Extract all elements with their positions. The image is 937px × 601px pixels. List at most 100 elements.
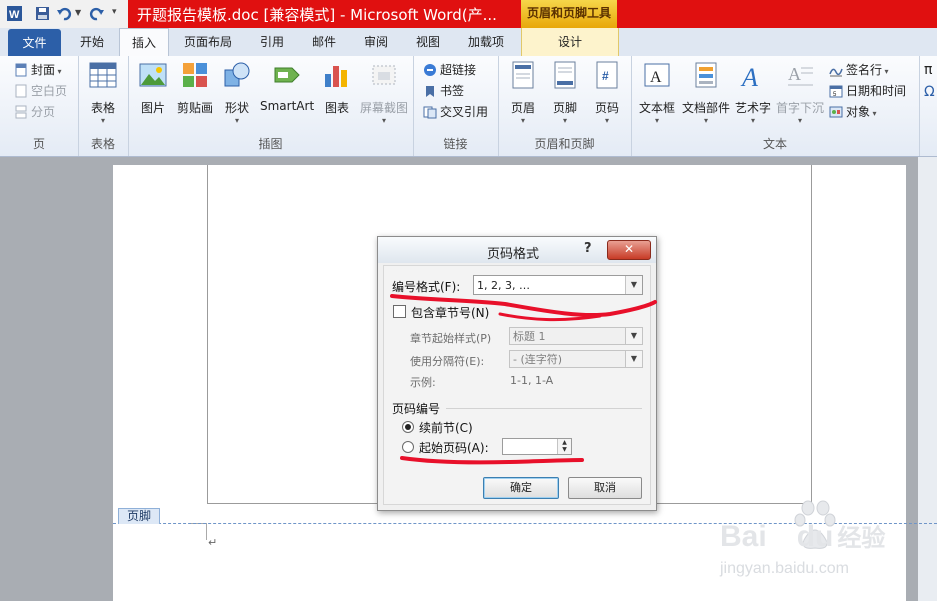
textbox-icon: A xyxy=(644,63,670,87)
symbol-icon[interactable]: Ω xyxy=(924,82,935,102)
chevron-down-icon: ▾ xyxy=(234,116,239,125)
bookmark-button[interactable]: 书签 xyxy=(423,81,464,101)
hyperlink-icon xyxy=(424,64,436,76)
ribbon-tab-row: 文件 开始 插入 页面布局 引用 邮件 审阅 视图 加载项 设计 xyxy=(0,28,937,58)
shapes-button[interactable]: 形状 ▾ xyxy=(220,60,254,126)
calendar-icon: 5 xyxy=(829,85,843,98)
cancel-button[interactable]: 取消 xyxy=(568,477,642,499)
chevron-down-icon[interactable]: ▼ xyxy=(625,351,642,367)
chapter-style-label: 章节起始样式(P) xyxy=(410,332,492,345)
number-format-select[interactable]: 1, 2, 3, … ▼ xyxy=(473,275,643,295)
watermark: Bai du 经验 jingyan.baidu.com xyxy=(720,500,900,595)
dialog-title-bar[interactable]: 页码格式 ? ✕ xyxy=(378,237,656,263)
chart-icon xyxy=(325,66,347,87)
chevron-down-icon: ▾ xyxy=(654,116,659,125)
picture-button[interactable]: 图片 xyxy=(136,60,170,116)
shapes-icon xyxy=(224,62,250,87)
chevron-down-icon: ▾ xyxy=(750,116,755,125)
margin-corner-mark xyxy=(190,523,207,540)
watermark-brand-2: du xyxy=(796,520,834,553)
undo-dropdown-icon[interactable]: ▼ xyxy=(75,8,81,17)
start-at-label[interactable]: 起始页码(A): xyxy=(419,439,489,456)
chapter-style-select[interactable]: 标题 1 ▼ xyxy=(509,327,643,345)
dialog-body: 编号格式(F): 1, 2, 3, … ▼ 包含章节号(N) 章节起始样式(P)… xyxy=(383,265,651,505)
smartart-button[interactable]: SmartArt xyxy=(260,60,314,113)
equation-icon[interactable]: π xyxy=(924,60,932,80)
section-divider xyxy=(446,408,642,409)
crossref-button[interactable]: 交叉引用 xyxy=(423,102,488,122)
vertical-scrollbar[interactable] xyxy=(918,157,937,601)
window-title: 开题报告模板.doc [兼容模式] - Microsoft Word(产... xyxy=(137,6,497,24)
ok-button[interactable]: 确定 xyxy=(483,477,559,499)
chevron-down-icon[interactable]: ▼ xyxy=(625,328,642,344)
tab-review[interactable]: 审阅 xyxy=(354,28,398,56)
wordart-button[interactable]: A 艺术字 ▾ xyxy=(733,60,773,126)
crossref-icon xyxy=(423,106,437,119)
page-number-button[interactable]: # 页码 ▾ xyxy=(590,60,624,126)
include-chapter-label[interactable]: 包含章节号(N) xyxy=(411,304,489,321)
header-footer-tools-tab: 页眉和页脚工具 xyxy=(521,0,617,28)
chart-button[interactable]: 图表 xyxy=(320,60,354,116)
tab-mailings[interactable]: 邮件 xyxy=(302,28,346,56)
text-group: A 文本框 ▾ 文档部件 ▾ A 艺术字 ▾ A 首字下沉 ▾ 签名行 ▾ 5日… xyxy=(631,56,920,156)
tab-view[interactable]: 视图 xyxy=(406,28,450,56)
dropcap-button[interactable]: A 首字下沉 ▾ xyxy=(775,60,825,126)
bookmark-icon xyxy=(426,86,434,97)
links-group-label: 链接 xyxy=(443,137,468,151)
undo-icon[interactable] xyxy=(56,5,73,22)
signature-line-button[interactable]: 签名行 ▾ xyxy=(829,60,889,80)
hyperlink-button[interactable]: 超链接 xyxy=(423,60,476,80)
number-format-value: 1, 2, 3, … xyxy=(477,279,530,292)
svg-text:A: A xyxy=(650,69,662,86)
separator-select[interactable]: - (连字符) ▼ xyxy=(509,350,643,368)
page-group: 封面 ▾ 空白页 分页 页 xyxy=(0,56,79,156)
tab-references[interactable]: 引用 xyxy=(250,28,294,56)
continue-radio[interactable] xyxy=(402,421,414,433)
screenshot-button[interactable]: 屏幕截图 ▾ xyxy=(358,60,410,126)
cover-icon xyxy=(15,63,27,77)
tab-insert[interactable]: 插入 xyxy=(119,28,169,58)
redo-icon[interactable] xyxy=(88,5,105,22)
illustrations-group: 图片 剪贴画 形状 ▾ SmartArt 图表 屏幕截图 ▾ 插图 xyxy=(128,56,414,156)
svg-text:A: A xyxy=(740,63,758,90)
tab-addins[interactable]: 加载项 xyxy=(458,28,514,56)
cover-button[interactable]: 封面 ▾ xyxy=(14,60,62,80)
close-icon[interactable]: ✕ xyxy=(607,240,651,260)
save-icon[interactable] xyxy=(34,5,51,22)
separator-value: - (连字符) xyxy=(513,353,563,366)
textbox-button[interactable]: A 文本框 ▾ xyxy=(637,60,677,126)
wordart-icon: A xyxy=(740,63,758,92)
datetime-button[interactable]: 5 日期和时间 xyxy=(829,81,906,101)
table-button[interactable]: 表格 ▾ xyxy=(86,60,120,126)
numbering-section-label: 页码编号 xyxy=(392,402,441,416)
table-icon xyxy=(89,62,117,88)
chevron-down-icon[interactable]: ▼ xyxy=(625,276,642,294)
header-footer-group-label: 页眉和页脚 xyxy=(534,137,595,151)
include-chapter-checkbox[interactable] xyxy=(393,305,406,318)
page-break-button[interactable]: 分页 xyxy=(14,102,55,122)
blank-page-button[interactable]: 空白页 xyxy=(14,81,67,101)
help-icon[interactable]: ? xyxy=(584,241,592,256)
table-group: 表格 ▾ 表格 xyxy=(78,56,129,156)
tab-file[interactable]: 文件 xyxy=(8,29,61,56)
tab-home[interactable]: 开始 xyxy=(70,28,114,56)
paragraph-mark: ↵ xyxy=(208,536,218,549)
tab-design[interactable]: 设计 xyxy=(521,28,619,56)
object-icon xyxy=(829,106,843,118)
footer-tag: 页脚 xyxy=(118,508,160,524)
continue-label[interactable]: 续前节(C) xyxy=(419,419,473,436)
quickparts-button[interactable]: 文档部件 ▾ xyxy=(681,60,731,126)
radio-selected-dot xyxy=(405,424,411,430)
word-icon[interactable]: W xyxy=(6,5,23,22)
clipart-button[interactable]: 剪贴画 xyxy=(176,60,214,116)
start-at-spinner[interactable]: ▲ ▼ xyxy=(502,438,572,455)
header-button[interactable]: 页眉 ▾ xyxy=(506,60,540,126)
footer-button[interactable]: 页脚 ▾ xyxy=(548,60,582,126)
illustrations-group-label: 插图 xyxy=(258,137,283,151)
spinner-arrows-icon[interactable]: ▲ ▼ xyxy=(557,439,571,454)
tab-page-layout[interactable]: 页面布局 xyxy=(178,28,238,56)
blank-page-icon xyxy=(15,84,27,98)
customize-qat-icon[interactable]: ▾ xyxy=(112,7,117,17)
start-at-radio[interactable] xyxy=(402,441,414,453)
object-button[interactable]: 对象 ▾ xyxy=(829,102,877,122)
